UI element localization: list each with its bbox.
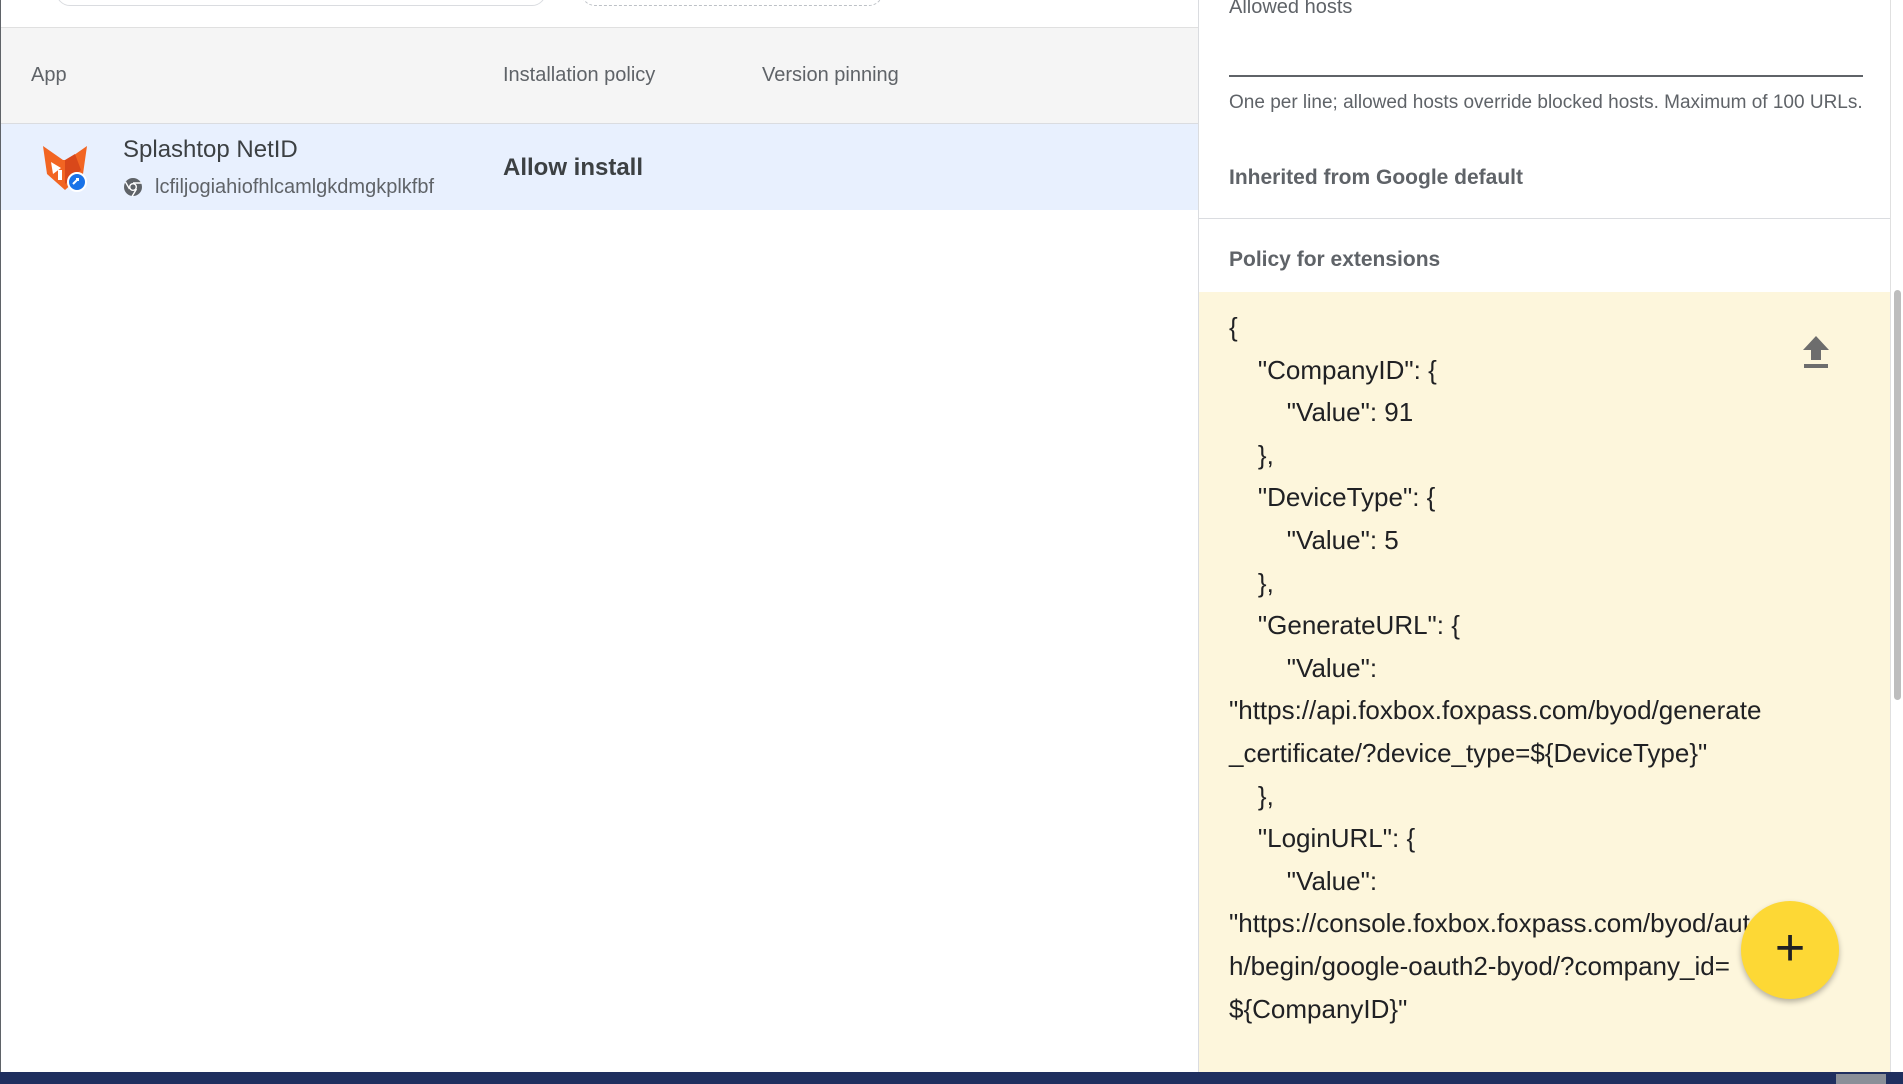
plus-icon: +: [1774, 919, 1806, 977]
upload-icon[interactable]: [1799, 332, 1833, 370]
add-filter-pill[interactable]: [581, 0, 883, 6]
scrollbar-thumb[interactable]: [1894, 290, 1901, 700]
bottom-taskbar: [0, 1072, 1903, 1084]
add-fab-button[interactable]: +: [1741, 901, 1839, 999]
app-id: lcfiljogiahiofhlcamlgkdmgkplkfbf: [155, 175, 435, 198]
apps-list-panel: App Installation policy Version pinning …: [1, 0, 1198, 1072]
table-header: App Installation policy Version pinning: [1, 28, 1198, 124]
allowed-hosts-label: Allowed hosts: [1229, 0, 1353, 18]
section-divider: [1199, 218, 1891, 219]
splashtop-fox-icon: [41, 144, 89, 192]
installation-policy-value[interactable]: Allow install: [503, 154, 643, 182]
column-header-app[interactable]: App: [31, 64, 67, 87]
panel-scrollbar[interactable]: [1890, 0, 1903, 1072]
inherited-status: Inherited from Google default: [1229, 166, 1524, 189]
column-header-installation-policy[interactable]: Installation policy: [503, 64, 655, 87]
chrome-icon: [124, 178, 142, 197]
policy-for-extensions-label: Policy for extensions: [1229, 248, 1441, 271]
app-name: Splashtop NetID: [123, 136, 298, 163]
column-header-version-pinning[interactable]: Version pinning: [762, 64, 899, 87]
allowed-hosts-helper-text: One per line; allowed hosts override blo…: [1229, 92, 1863, 113]
table-row[interactable]: Splashtop NetID lcfiljogiahiofhlcamlgkdm…: [1, 124, 1198, 210]
filter-bar: [1, 0, 1198, 28]
policy-json-text[interactable]: { "CompanyID": { "Value": 91 }, "DeviceT…: [1229, 306, 1769, 1030]
search-filter-pill[interactable]: [56, 0, 546, 6]
app-id-line: lcfiljogiahiofhlcamlgkdmgkplkfbf: [123, 174, 434, 200]
allowed-hosts-input[interactable]: [1229, 75, 1863, 77]
taskbar-item[interactable]: [1836, 1074, 1886, 1084]
